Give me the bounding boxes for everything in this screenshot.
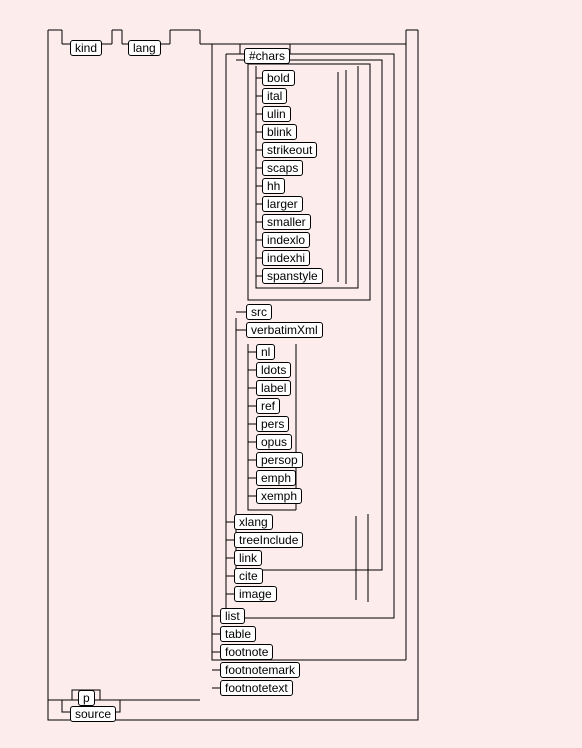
node-footnotemark: footnotemark: [220, 662, 300, 678]
node-cite: cite: [234, 568, 263, 584]
node-lang: lang: [128, 40, 161, 56]
node-larger: larger: [262, 196, 303, 212]
node-ulin: ulin: [262, 106, 291, 122]
node-p: p: [78, 690, 95, 706]
node-opus: opus: [256, 434, 292, 450]
node-bold: bold: [262, 70, 295, 86]
node-list: list: [220, 608, 245, 624]
node-indexlo: indexlo: [262, 232, 310, 248]
node-ldots: ldots: [256, 362, 291, 378]
node-xlang: xlang: [234, 514, 273, 530]
node-chars: #chars: [244, 48, 290, 64]
node-persop: persop: [256, 452, 303, 468]
node-footnotetext: footnotetext: [220, 680, 293, 696]
node-indexhi: indexhi: [262, 250, 310, 266]
node-strikeout: strikeout: [262, 142, 317, 158]
node-hh: hh: [262, 178, 285, 194]
node-pers: pers: [256, 416, 289, 432]
node-image: image: [234, 586, 277, 602]
node-label: label: [256, 380, 291, 396]
node-ital: ital: [262, 88, 287, 104]
node-src: src: [246, 304, 272, 320]
node-scaps: scaps: [262, 160, 303, 176]
node-treeinclude: treeInclude: [234, 532, 303, 548]
node-emph: emph: [256, 470, 296, 486]
node-table: table: [220, 626, 256, 642]
node-spanstyle: spanstyle: [262, 268, 323, 284]
node-xemph: xemph: [256, 488, 302, 504]
node-kind: kind: [70, 40, 102, 56]
node-verbatimxml: verbatimXml: [246, 322, 323, 338]
node-link: link: [234, 550, 262, 566]
node-footnote: footnote: [220, 644, 273, 660]
node-blink: blink: [262, 124, 297, 140]
node-smaller: smaller: [262, 214, 311, 230]
node-nl: nl: [256, 344, 275, 360]
node-source: source: [70, 706, 116, 722]
node-ref: ref: [256, 398, 280, 414]
